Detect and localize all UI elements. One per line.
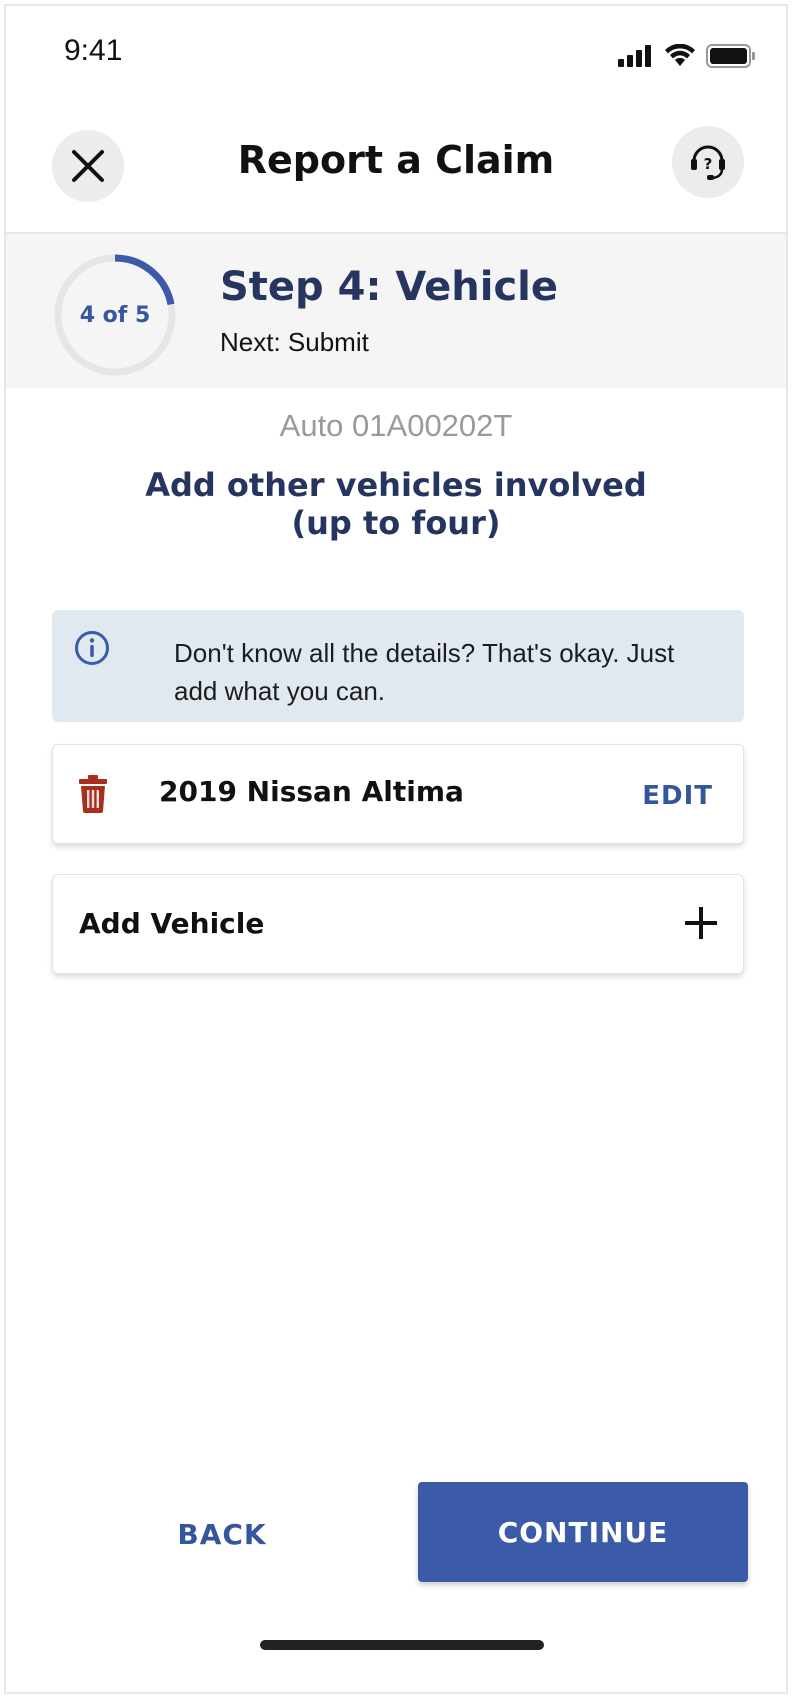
svg-text:?: ?	[704, 155, 713, 173]
add-vehicle-label: Add Vehicle	[79, 907, 265, 940]
step-banner: 4 of 5 Step 4: Vehicle Next: Submit	[6, 234, 786, 388]
policy-number: Auto 01A00202T	[279, 408, 513, 443]
help-button[interactable]: ?	[672, 126, 744, 198]
app-header: Report a Claim ?	[6, 102, 786, 234]
back-button[interactable]: BACK	[82, 1486, 362, 1582]
step-title: Step 4: Vehicle	[220, 264, 559, 310]
status-bar: 9:41	[6, 6, 786, 102]
vehicle-name: 2019 Nissan Altima	[159, 775, 464, 808]
wifi-icon	[665, 44, 695, 66]
trash-icon[interactable]	[79, 775, 107, 813]
step-next-label: Next: Submit	[220, 327, 369, 357]
section-heading-line2: (up to four)	[291, 504, 501, 542]
add-vehicle-button[interactable]: Add Vehicle	[52, 874, 744, 974]
step-progress-label: 4 of 5	[79, 302, 151, 328]
battery-icon	[706, 44, 755, 68]
section-heading: Add other vehicles involved (up to four)	[86, 466, 706, 542]
page-title: Report a Claim	[237, 138, 555, 182]
home-indicator	[260, 1640, 544, 1650]
continue-button[interactable]: CONTINUE	[418, 1482, 748, 1582]
info-banner: Don't know all the details? That's okay.…	[52, 610, 744, 722]
vehicle-card: 2019 Nissan Altima EDIT	[52, 744, 744, 844]
headset-help-icon: ?	[691, 145, 725, 180]
plus-icon	[685, 907, 717, 939]
app-screen: 9:41 Report a Claim ? 4 of 5 Step 4: Veh…	[4, 4, 788, 1694]
edit-vehicle-button[interactable]: EDIT	[642, 781, 713, 811]
section-heading-line1: Add other vehicles involved	[145, 466, 647, 504]
info-icon	[75, 631, 109, 665]
signal-icon	[618, 45, 651, 67]
info-message: Don't know all the details? That's okay.…	[174, 638, 675, 706]
status-icons	[618, 44, 756, 68]
status-time: 9:41	[64, 34, 123, 67]
